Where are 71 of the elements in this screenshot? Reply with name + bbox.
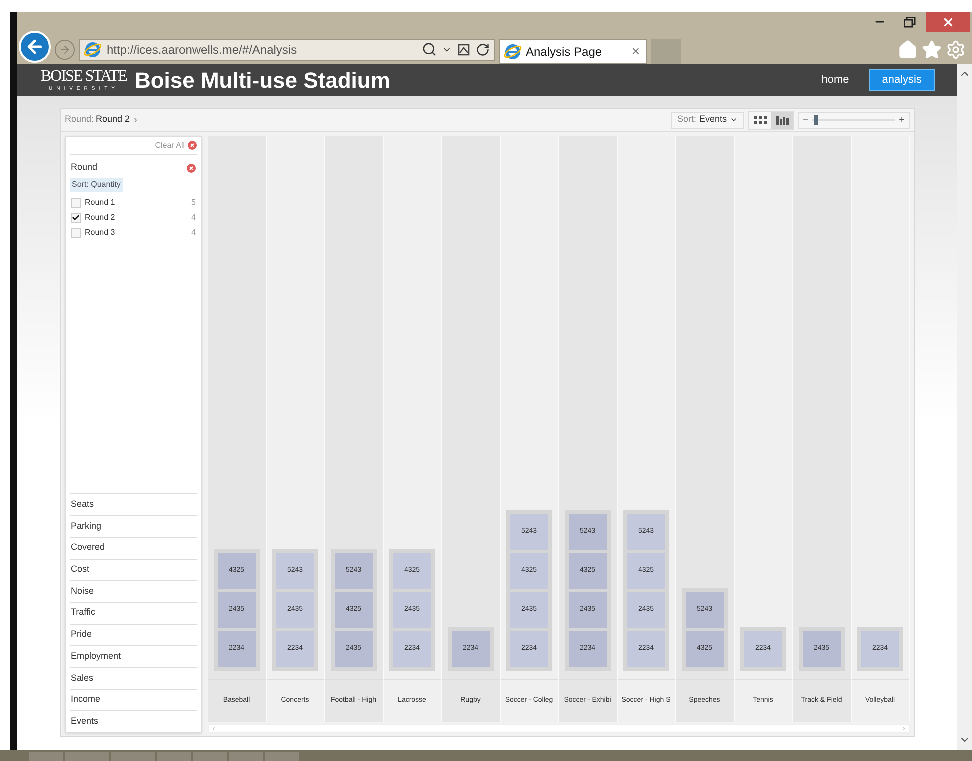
tab-title: Analysis Page xyxy=(526,44,604,60)
close-icon xyxy=(942,16,954,28)
vertical-scrollbar[interactable] xyxy=(957,64,972,750)
option-label: Round 3 xyxy=(85,226,116,238)
breadcrumb-label: Round: xyxy=(65,113,94,126)
restore-icon xyxy=(904,16,916,28)
option-count: 5 xyxy=(192,196,196,208)
taskbar-button[interactable] xyxy=(29,752,63,761)
address-bar[interactable]: http://ices.aaronwells.me/#/Analysis xyxy=(79,38,495,60)
tab-close-button[interactable]: × xyxy=(630,41,642,62)
zoom-thumb[interactable] xyxy=(814,115,818,125)
filter-group-title: Round xyxy=(71,161,98,174)
zoom-in-label: + xyxy=(899,114,905,128)
scroll-right-icon xyxy=(901,726,907,732)
browser-tab[interactable]: Analysis Page × xyxy=(499,39,647,64)
category-item[interactable]: Seats xyxy=(70,493,197,516)
remove-icon xyxy=(187,164,196,172)
category-item[interactable]: Cost xyxy=(70,558,197,580)
option-count: 4 xyxy=(192,226,196,238)
checkbox[interactable] xyxy=(71,198,81,208)
category-item[interactable]: Events xyxy=(70,710,197,732)
option-label: Round 1 xyxy=(85,196,116,208)
option-count: 4 xyxy=(192,212,196,224)
compatibility-icon xyxy=(457,42,471,56)
address-text: http://ices.aaronwells.me/#/Analysis xyxy=(107,42,298,58)
zoom-out-label: – xyxy=(803,113,808,126)
bar-view-button[interactable] xyxy=(771,112,793,128)
tab-page-icon xyxy=(504,42,522,60)
bar-chart-icon xyxy=(776,116,788,124)
category-item[interactable]: Noise xyxy=(70,580,197,602)
category-item[interactable]: Traffic xyxy=(70,602,197,624)
category-item[interactable]: Covered xyxy=(70,536,197,558)
taskbar-button[interactable] xyxy=(111,752,155,761)
category-item[interactable]: Sales xyxy=(70,666,197,689)
logo-name: BOISE STATE xyxy=(41,68,127,86)
grid-icon xyxy=(754,116,766,124)
settings-icon[interactable] xyxy=(946,40,966,60)
checkbox[interactable] xyxy=(71,212,81,222)
scroll-left-icon xyxy=(211,726,217,732)
checkbox[interactable] xyxy=(71,228,81,238)
refresh-icon xyxy=(476,42,490,56)
category-item[interactable]: Employment xyxy=(70,645,197,667)
sort-dropdown[interactable]: Sort: Events xyxy=(671,112,744,128)
breadcrumb-link[interactable]: Round 2 xyxy=(96,113,130,127)
sort-tag[interactable]: Sort: Quantity xyxy=(70,178,123,192)
category-item[interactable]: Income xyxy=(70,688,197,710)
search-icon xyxy=(422,42,437,57)
caret-icon xyxy=(730,116,738,124)
horizontal-scrollbar[interactable] xyxy=(208,724,910,733)
check-icon xyxy=(72,212,80,222)
category-item[interactable]: Parking xyxy=(70,515,197,537)
taskbar-button[interactable] xyxy=(157,752,191,761)
favorites-icon[interactable] xyxy=(922,40,942,60)
page-icon xyxy=(84,40,102,58)
taskbar-button[interactable] xyxy=(265,752,299,761)
taskbar-button[interactable] xyxy=(65,752,109,761)
category-item[interactable]: Pride xyxy=(70,624,197,646)
forward-icon xyxy=(59,44,71,56)
home-icon[interactable] xyxy=(898,40,918,60)
new-tab-button[interactable] xyxy=(651,39,681,64)
site-title: Boise Multi-use Stadium xyxy=(134,66,390,94)
taskbar-button[interactable] xyxy=(229,752,263,761)
option-label: Round 2 xyxy=(85,212,116,224)
remove-icon xyxy=(188,141,197,150)
zoom-slider[interactable]: – + xyxy=(798,112,910,128)
close-button[interactable] xyxy=(926,12,970,32)
taskbar-button[interactable] xyxy=(193,752,227,761)
breadcrumb-arrow: › xyxy=(134,114,138,128)
nav-link[interactable]: home xyxy=(810,69,862,91)
back-button[interactable] xyxy=(19,30,51,62)
forward-button[interactable] xyxy=(55,40,75,60)
